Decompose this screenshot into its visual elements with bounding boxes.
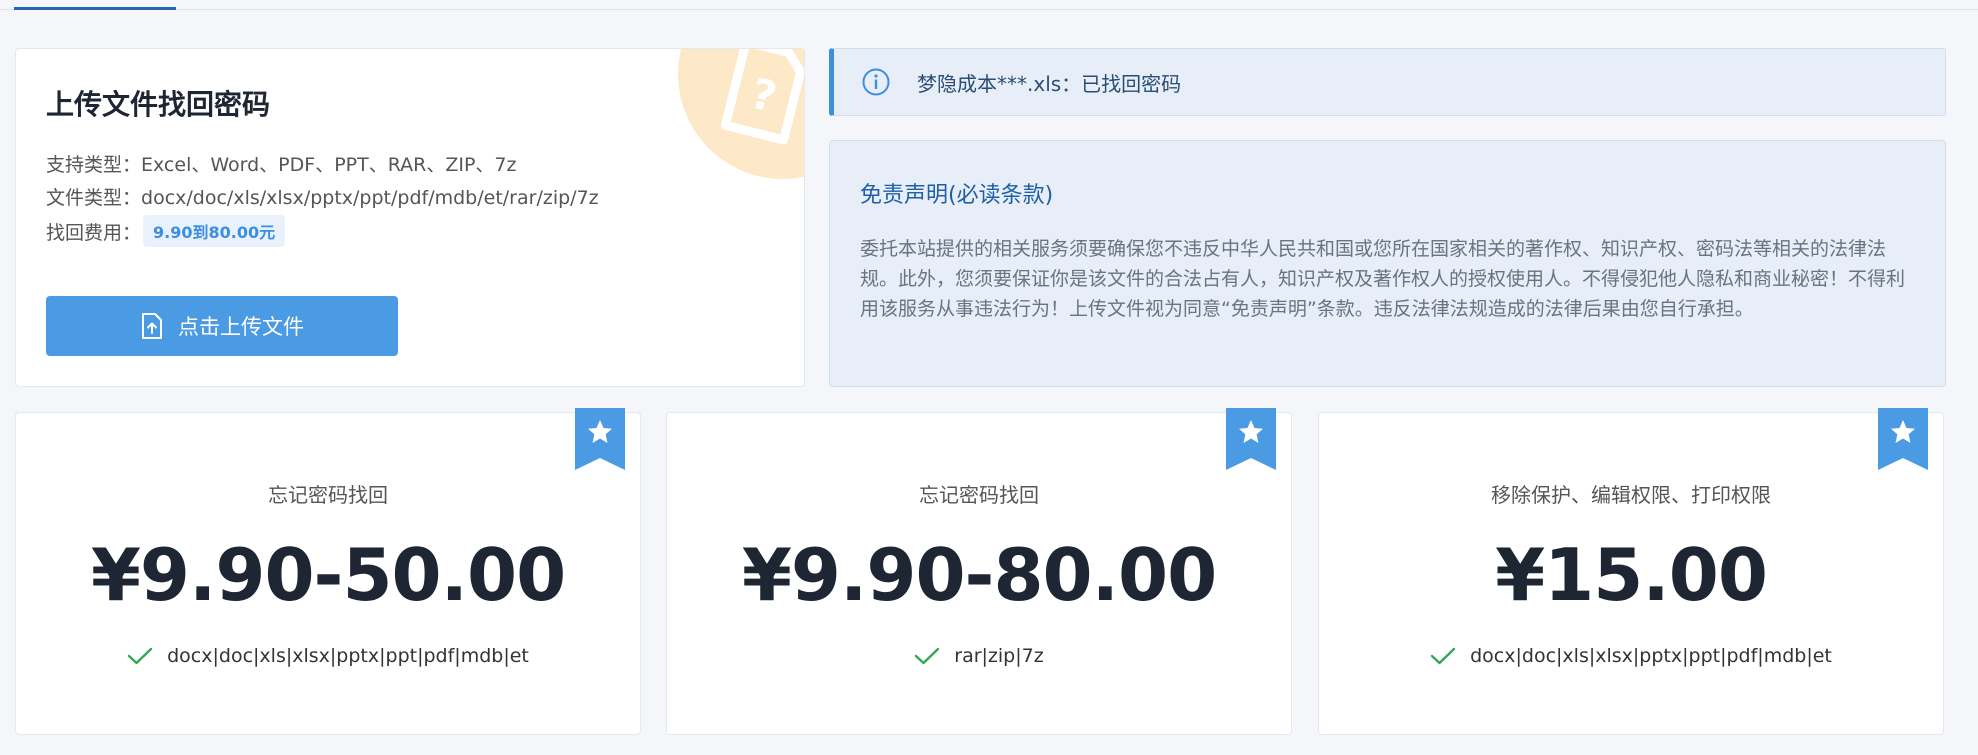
fee-badge: 9.90到80.00元 bbox=[143, 215, 286, 247]
active-tab-indicator bbox=[14, 7, 176, 10]
plan-feature: rar|zip|7z bbox=[667, 645, 1291, 667]
plan-subtitle: 忘记密码找回 bbox=[919, 483, 1039, 507]
plan-feature-text: docx|doc|xls|xlsx|pptx|ppt|pdf|mdb|et bbox=[1470, 645, 1832, 667]
check-icon bbox=[915, 647, 940, 665]
notice-text: 梦隐成本***.xls：已找回密码 bbox=[917, 71, 1182, 96]
plan-feature: docx|doc|xls|xlsx|pptx|ppt|pdf|mdb|et bbox=[1319, 645, 1943, 667]
star-ribbon-icon bbox=[575, 408, 625, 470]
plan-feature: docx|doc|xls|xlsx|pptx|ppt|pdf|mdb|et bbox=[16, 645, 640, 667]
upload-button-label: 点击上传文件 bbox=[178, 315, 304, 339]
fee-label: 找回费用： bbox=[46, 222, 142, 244]
file-upload-icon bbox=[142, 313, 162, 339]
upload-title: 上传文件找回密码 bbox=[46, 88, 271, 121]
support-types-label: 支持类型： bbox=[46, 154, 142, 176]
check-icon bbox=[127, 647, 153, 665]
disclaimer-panel: 免责声明(必读条款) 委托本站提供的相关服务须要确保您不违反中华人民共和国或您所… bbox=[829, 140, 1946, 387]
file-types-value: docx/doc/xls/xlsx/pptx/ppt/pdf/mdb/et/ra… bbox=[141, 187, 599, 209]
file-types-label: 文件类型： bbox=[46, 187, 142, 209]
support-types-line: 支持类型：Excel、Word、PDF、PPT、RAR、ZIP、7z bbox=[46, 150, 517, 177]
star-ribbon-icon bbox=[1226, 408, 1276, 470]
plan-price: ¥9.90-50.00 bbox=[90, 533, 566, 617]
top-divider bbox=[0, 9, 1978, 10]
plan-price: ¥15.00 bbox=[1495, 533, 1768, 617]
plan-feature-text: rar|zip|7z bbox=[954, 645, 1044, 667]
plan-card-2[interactable]: 忘记密码找回 ¥9.90-80.00 rar|zip|7z bbox=[666, 408, 1292, 735]
disclaimer-body: 委托本站提供的相关服务须要确保您不违反中华人民共和国或您所在国家相关的著作权、知… bbox=[860, 238, 1906, 320]
check-icon bbox=[1430, 647, 1456, 665]
plan-price: ¥9.90-80.00 bbox=[741, 533, 1217, 617]
plan-subtitle: 忘记密码找回 bbox=[268, 483, 388, 507]
file-types-line: 文件类型：docx/doc/xls/xlsx/pptx/ppt/pdf/mdb/… bbox=[46, 183, 599, 210]
support-types-value: Excel、Word、PDF、PPT、RAR、ZIP、7z bbox=[141, 154, 517, 176]
plan-subtitle: 移除保护、编辑权限、打印权限 bbox=[1491, 483, 1771, 507]
upload-file-button[interactable]: 点击上传文件 bbox=[46, 296, 398, 356]
plan-card-3[interactable]: 移除保护、编辑权限、打印权限 ¥15.00 docx|doc|xls|xlsx|… bbox=[1318, 408, 1944, 735]
disclaimer-title: 免责声明(必读条款) bbox=[860, 183, 1054, 208]
recovery-notice: 梦隐成本***.xls：已找回密码 bbox=[829, 48, 1946, 116]
fee-line: 找回费用： 9.90到80.00元 bbox=[46, 215, 286, 247]
info-icon bbox=[862, 68, 890, 96]
svg-text:?: ? bbox=[746, 68, 782, 121]
plan-feature-text: docx|doc|xls|xlsx|pptx|ppt|pdf|mdb|et bbox=[167, 645, 529, 667]
file-question-icon: ? bbox=[720, 49, 804, 145]
star-ribbon-icon bbox=[1878, 408, 1928, 470]
plan-card-1[interactable]: 忘记密码找回 ¥9.90-50.00 docx|doc|xls|xlsx|ppt… bbox=[15, 408, 641, 735]
upload-card: ? 上传文件找回密码 支持类型：Excel、Word、PDF、PPT、RAR、Z… bbox=[15, 48, 805, 387]
